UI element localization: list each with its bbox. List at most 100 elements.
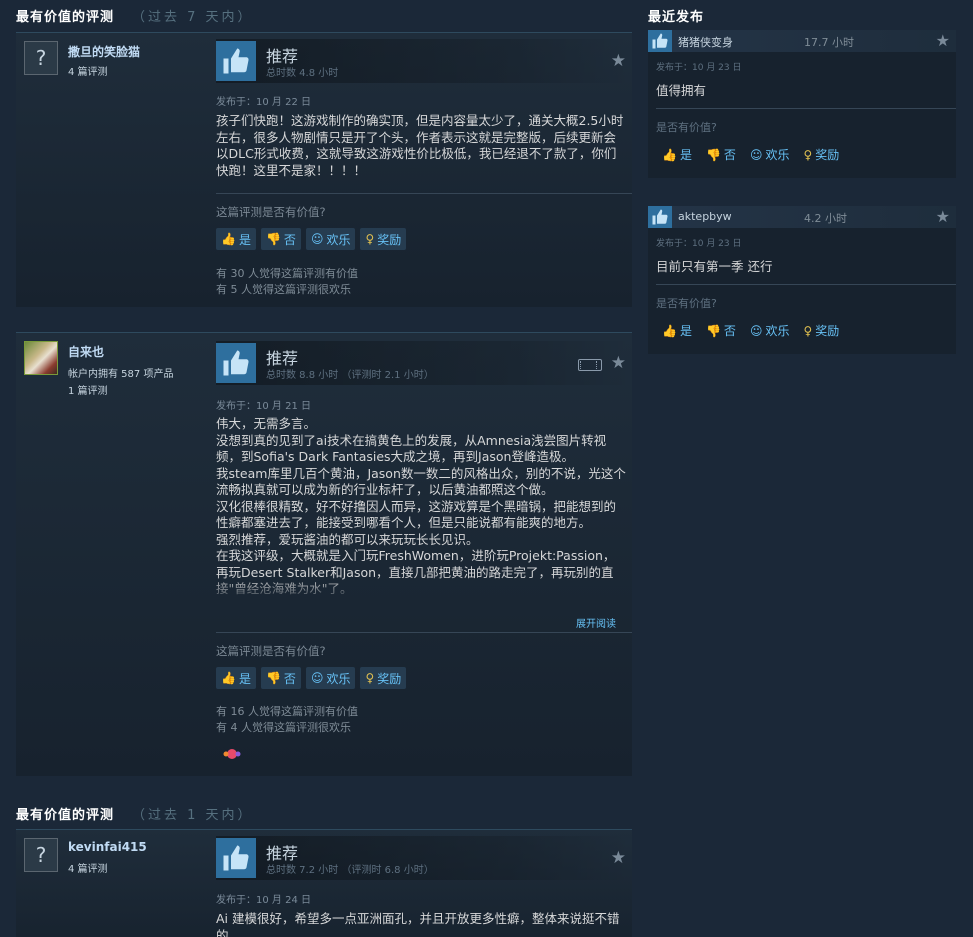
funny-count: 有 5 人觉得这篇评测很欢乐 (216, 283, 351, 296)
award-button[interactable]: ♀ 奖励 (360, 667, 407, 689)
author-name[interactable]: 撒旦的笑脸猫 (68, 43, 140, 60)
recent-author-name[interactable]: aktepbyw (678, 210, 732, 223)
vote-no-button[interactable]: 👎 否 (706, 146, 736, 163)
award-icon: ♀ (803, 323, 813, 338)
vote-no-button[interactable]: 👎 否 (260, 228, 301, 250)
review-card: ? kevinfai415 4 篇评测 推荐 总时数 7.2 小时 （评测时 6… (16, 829, 632, 937)
vote-funny-button[interactable]: ☺ 欢乐 (305, 667, 356, 689)
recent-title: 最近发布 (648, 10, 705, 25)
author-review-count[interactable]: 1 篇评测 (68, 382, 108, 397)
vote-yes-button[interactable]: 👍 是 (216, 228, 256, 250)
thumbs-up-icon (216, 41, 256, 81)
review-content: 推荐 总时数 7.2 小时 （评测时 6.8 小时） ★ 发布于：10 月 24… (216, 836, 632, 937)
smile-icon: ☺ (310, 232, 324, 246)
recent-playtime: 17.7 小时 (804, 36, 854, 49)
playtime: 总时数 7.2 小时 （评测时 6.8 小时） (266, 865, 434, 876)
posted-date: 发布于：10 月 21 日 (216, 401, 311, 412)
thumbs-up-icon (648, 30, 672, 52)
vote-no-button[interactable]: 👎 否 (260, 667, 301, 689)
smile-icon: ☺ (310, 671, 324, 685)
helpful-question: 这篇评测是否有价值? (216, 644, 326, 658)
vote-funny-button[interactable]: ☺ 欢乐 (750, 146, 790, 163)
divider (656, 108, 956, 109)
vote-header[interactable]: 推荐 总时数 7.2 小时 （评测时 6.8 小时） ★ (216, 836, 632, 880)
thumbs-up-icon (216, 343, 256, 383)
playtime: 总时数 4.8 小时 (266, 68, 339, 79)
thumbs-up-icon: 👍 (662, 147, 677, 162)
recent-review-header[interactable]: 猪猪侠变身 17.7 小时 ★ (648, 30, 956, 52)
section-title-7-days: 最有价值的评测 （过去 7 天内） (16, 10, 254, 25)
award-button[interactable]: ♀ 奖励 (803, 146, 839, 163)
award-icon: ♀ (803, 147, 813, 162)
avatar[interactable] (24, 341, 58, 375)
review-content: 推荐 总时数 4.8 小时 ★ 发布于：10 月 22 日 孩子们快跑！这游戏制… (216, 39, 632, 296)
recent-posted-date: 发布于：10 月 23 日 (656, 239, 742, 249)
thumbs-down-icon: 👎 (265, 671, 281, 685)
award-icon: ♀ (365, 671, 375, 685)
vote-yes-button[interactable]: 👍 是 (216, 667, 256, 689)
star-icon[interactable]: ★ (611, 51, 626, 71)
vote-header[interactable]: 推荐 总时数 4.8 小时 ★ (216, 39, 632, 83)
thumbs-up-icon: 👍 (221, 232, 236, 246)
award-button[interactable]: ♀ 奖励 (803, 322, 839, 339)
posted-date: 发布于：10 月 24 日 (216, 895, 311, 906)
expand-link[interactable]: 展开阅读 (576, 615, 616, 630)
recent-author-name[interactable]: 猪猪侠变身 (678, 34, 733, 50)
playtime: 总时数 8.8 小时 （评测时 2.1 小时） (266, 370, 434, 381)
thumbs-up-icon: 👍 (221, 671, 236, 685)
posted-date: 发布于：10 月 22 日 (216, 97, 311, 108)
recent-review-header[interactable]: aktepbyw 4.2 小时 ★ (648, 206, 956, 228)
recent-posted-date: 发布于：10 月 23 日 (656, 63, 742, 73)
star-icon[interactable]: ★ (611, 353, 626, 373)
author-review-count[interactable]: 4 篇评测 (68, 860, 108, 875)
vote-buttons: 👍 是 👎 否 ☺ 欢乐 ♀ 奖励 (216, 667, 407, 689)
vote-funny-button[interactable]: ☺ 欢乐 (305, 228, 356, 250)
thumbs-up-icon: 👍 (662, 323, 677, 338)
star-icon[interactable]: ★ (936, 207, 950, 226)
recent-review-card: 猪猪侠变身 17.7 小时 ★ 发布于：10 月 23 日 值得拥有 是否有价值… (648, 30, 956, 178)
award-icon: ♀ (365, 232, 375, 246)
unknown-avatar-icon[interactable]: ? (24, 838, 58, 872)
helpful-count: 有 30 人觉得这篇评测有价值 (216, 267, 358, 280)
video-icon (578, 359, 602, 371)
recent-helpful-question: 是否有价值? (656, 297, 717, 310)
funny-count: 有 4 人觉得这篇评测很欢乐 (216, 721, 351, 734)
vote-no-button[interactable]: 👎 否 (706, 322, 736, 339)
divider (656, 284, 956, 285)
helpful-question: 这篇评测是否有价值? (216, 205, 326, 219)
review-card: 自来也 帐户内拥有 587 项产品 1 篇评测 推荐 总时数 8.8 小时 （评… (16, 332, 632, 776)
award-button[interactable]: ♀ 奖励 (360, 228, 407, 250)
thumbs-down-icon: 👎 (705, 147, 721, 162)
unknown-avatar-icon[interactable]: ? (24, 41, 58, 75)
award-badge-icon[interactable] (222, 747, 242, 761)
recent-review-text: 值得拥有 (656, 83, 707, 98)
vote-yes-button[interactable]: 👍 是 (662, 322, 692, 339)
star-icon[interactable]: ★ (611, 848, 626, 868)
smile-icon: ☺ (749, 323, 763, 338)
recent-vote-buttons: 👍 是 👎 否 ☺ 欢乐 ♀ 奖励 (662, 146, 839, 163)
vote-header[interactable]: 推荐 总时数 8.8 小时 （评测时 2.1 小时） ★ (216, 341, 632, 385)
thumbs-down-icon: 👎 (705, 323, 721, 338)
helpful-count: 有 16 人觉得这篇评测有价值 (216, 705, 358, 718)
thumbs-down-icon: 👎 (265, 232, 281, 246)
review-content: 推荐 总时数 8.8 小时 （评测时 2.1 小时） ★ 发布于：10 月 21… (216, 341, 632, 759)
divider (216, 632, 632, 633)
recent-playtime: 4.2 小时 (804, 212, 847, 225)
review-text: 孩子们快跑！这游戏制作的确实顶，但是内容量太少了，通关大概2.5小时左右，很多人… (216, 113, 624, 178)
author-name[interactable]: 自来也 (68, 343, 104, 360)
recent-review-text: 目前只有第一季 还行 (656, 259, 773, 274)
recent-vote-buttons: 👍 是 👎 否 ☺ 欢乐 ♀ 奖励 (662, 322, 839, 339)
vote-yes-button[interactable]: 👍 是 (662, 146, 692, 163)
author-review-count[interactable]: 4 篇评测 (68, 63, 108, 78)
vote-buttons: 👍 是 👎 否 ☺ 欢乐 ♀ 奖励 (216, 228, 407, 250)
thumbs-up-icon (648, 206, 672, 228)
review-card: ? 撒旦的笑脸猫 4 篇评测 推荐 总时数 4.8 小时 ★ 发布于：10 月 … (16, 32, 632, 307)
star-icon[interactable]: ★ (936, 31, 950, 50)
review-text: 伟大，无需多言。 没想到真的见到了ai技术在搞黄色上的发展，从Amnesia浅尝… (216, 416, 626, 596)
thumbs-up-icon (216, 838, 256, 878)
recent-helpful-question: 是否有价值? (656, 121, 717, 134)
author-product-count[interactable]: 帐户内拥有 587 项产品 (68, 365, 173, 380)
author-name[interactable]: kevinfai415 (68, 840, 147, 854)
vote-funny-button[interactable]: ☺ 欢乐 (750, 322, 790, 339)
smile-icon: ☺ (749, 147, 763, 162)
